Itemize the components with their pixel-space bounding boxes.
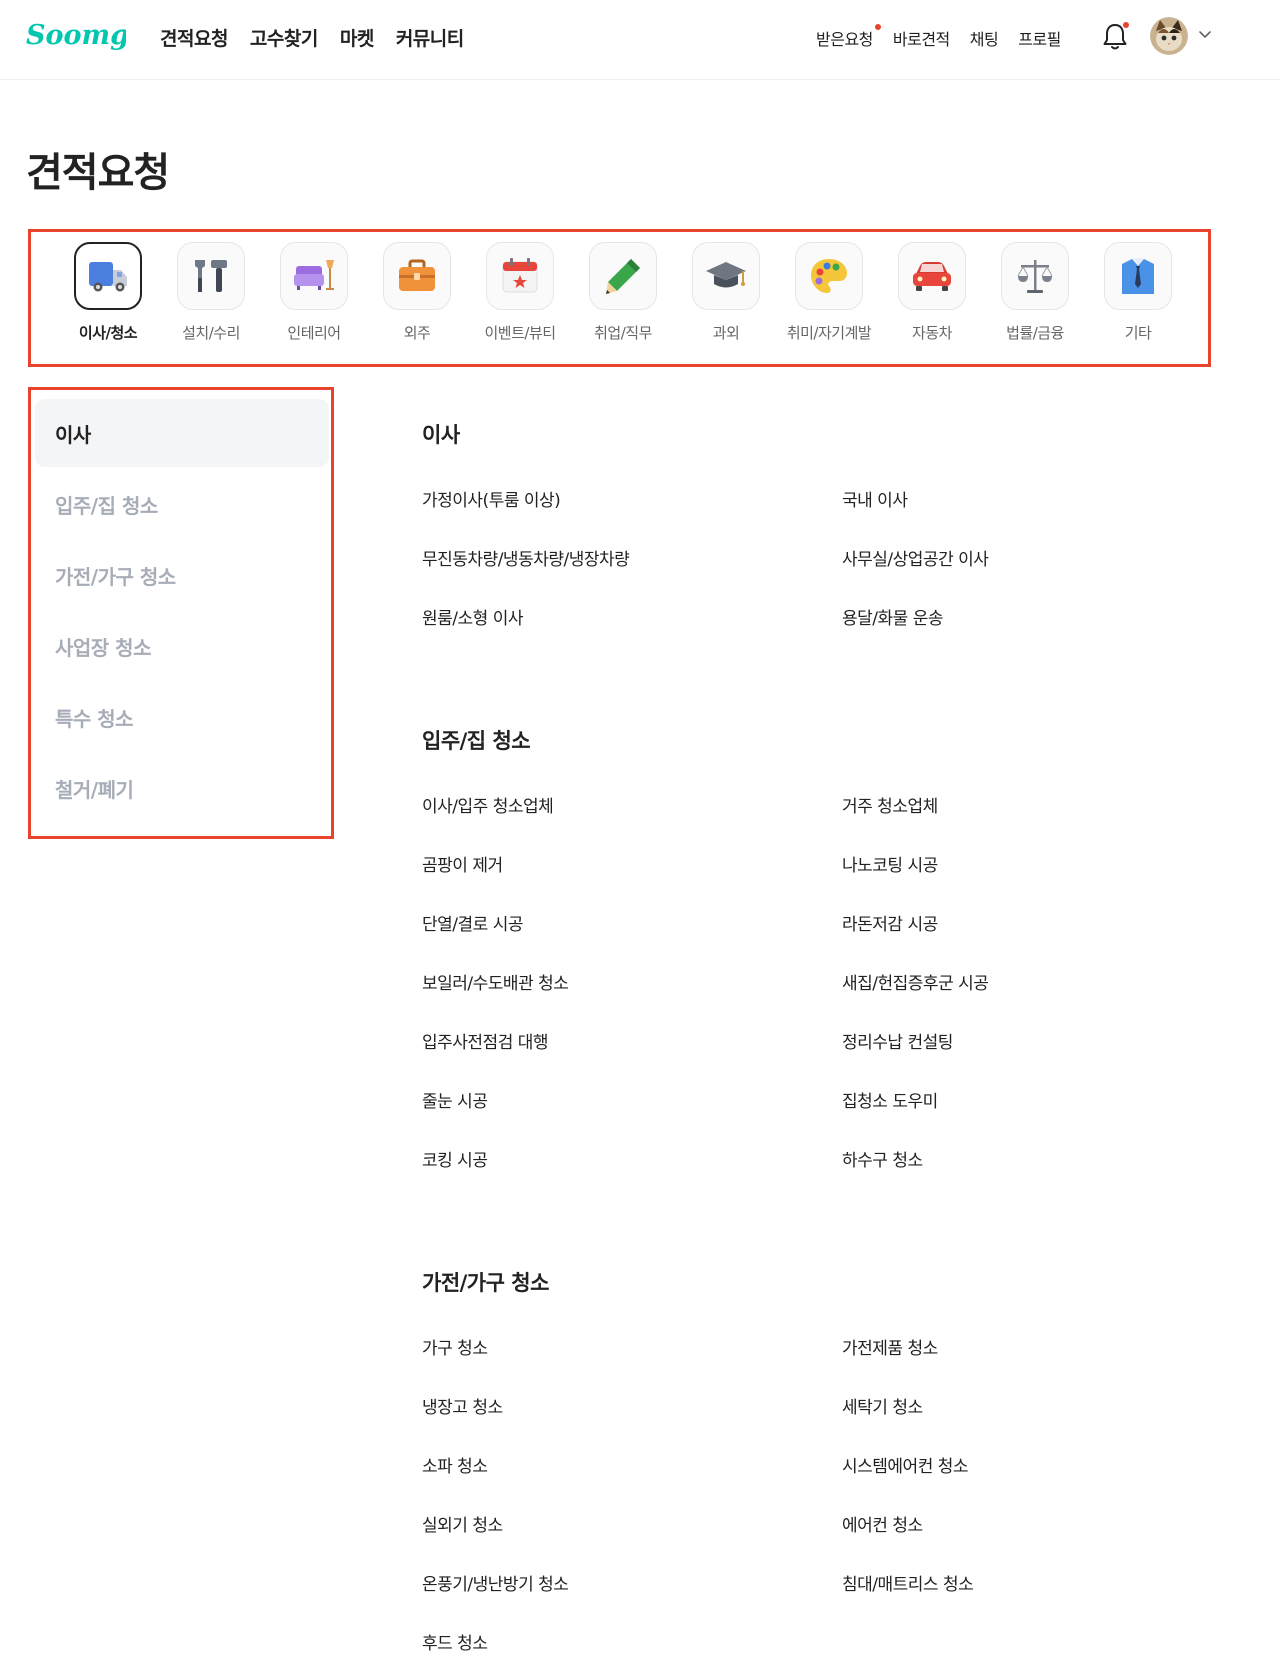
category-label: 과외 bbox=[712, 324, 740, 342]
sidebar-item-home-cleaning[interactable]: 입주/집 청소 bbox=[35, 470, 329, 538]
graduation-cap-icon bbox=[692, 242, 760, 310]
category-etc[interactable]: 기타 bbox=[1086, 242, 1190, 343]
service-link[interactable]: 줄눈 시공 bbox=[422, 1087, 488, 1112]
top-header: Soomgo 견적요청 고수찾기 마켓 커뮤니티 받은요청 바로견적 채팅 프로… bbox=[0, 0, 1280, 80]
avatar[interactable] bbox=[1150, 17, 1188, 55]
service-link[interactable]: 가전제품 청소 bbox=[842, 1334, 938, 1359]
sidebar-item-special-cleaning[interactable]: 특수 청소 bbox=[35, 683, 329, 751]
service-link[interactable]: 원룸/소형 이사 bbox=[422, 604, 523, 629]
category-label: 법률/금융 bbox=[1006, 324, 1064, 342]
quick-quote-link[interactable]: 바로견적 bbox=[893, 26, 950, 50]
subcategory-sidebar: 이사 입주/집 청소 가전/가구 청소 사업장 청소 특수 청소 철거/폐기 bbox=[28, 387, 334, 839]
service-link[interactable]: 실외기 청소 bbox=[422, 1511, 503, 1536]
service-link[interactable]: 시스템에어컨 청소 bbox=[842, 1452, 969, 1477]
service-link[interactable]: 나노코팅 시공 bbox=[842, 851, 938, 876]
service-link[interactable]: 정리수납 컨설팅 bbox=[842, 1028, 953, 1053]
service-link[interactable]: 코킹 시공 bbox=[422, 1146, 488, 1171]
section-title-moving: 이사 bbox=[422, 423, 460, 447]
category-tutoring[interactable]: 과외 bbox=[674, 242, 778, 343]
category-label: 취미/자기계발 bbox=[786, 324, 872, 342]
category-label: 설치/수리 bbox=[182, 324, 240, 342]
service-link[interactable]: 용달/화물 운송 bbox=[842, 604, 943, 629]
truck-icon bbox=[74, 242, 142, 310]
pencil-icon bbox=[589, 242, 657, 310]
category-label: 외주 bbox=[403, 324, 431, 342]
sidebar-item-business-cleaning[interactable]: 사업장 청소 bbox=[35, 612, 329, 680]
category-label: 이사/청소 bbox=[78, 324, 138, 342]
briefcase-icon bbox=[383, 242, 451, 310]
nav-find-pros[interactable]: 고수찾기 bbox=[250, 24, 318, 51]
notification-button[interactable] bbox=[1101, 21, 1129, 51]
category-label: 취업/직무 bbox=[594, 324, 652, 342]
service-link[interactable]: 가구 청소 bbox=[422, 1334, 488, 1359]
service-link[interactable]: 세탁기 청소 bbox=[842, 1393, 923, 1418]
svg-text:Soomgo: Soomgo bbox=[26, 20, 126, 51]
palette-icon bbox=[795, 242, 863, 310]
nav-market[interactable]: 마켓 bbox=[340, 24, 374, 51]
category-law-finance[interactable]: 법률/금융 bbox=[983, 242, 1087, 343]
service-link[interactable]: 후드 청소 bbox=[422, 1629, 488, 1654]
service-link[interactable]: 에어컨 청소 bbox=[842, 1511, 923, 1536]
sidebar-item-demolition[interactable]: 철거/폐기 bbox=[35, 754, 329, 822]
notification-dot bbox=[1123, 22, 1129, 28]
section-title-appliance-cleaning: 가전/가구 청소 bbox=[422, 1271, 549, 1295]
shirt-tie-icon bbox=[1104, 242, 1172, 310]
category-job[interactable]: 취업/직무 bbox=[571, 242, 675, 343]
service-link[interactable]: 곰팡이 제거 bbox=[422, 851, 503, 876]
service-link[interactable]: 냉장고 청소 bbox=[422, 1393, 503, 1418]
car-icon bbox=[898, 242, 966, 310]
service-link[interactable]: 국내 이사 bbox=[842, 486, 908, 511]
service-link[interactable]: 입주사전점검 대행 bbox=[422, 1028, 549, 1053]
category-outsourcing[interactable]: 외주 bbox=[365, 242, 469, 343]
category-hobby[interactable]: 취미/자기계발 bbox=[777, 242, 881, 343]
chat-link[interactable]: 채팅 bbox=[970, 26, 999, 50]
service-link[interactable]: 침대/매트리스 청소 bbox=[842, 1570, 974, 1595]
sidebar-item-appliance-cleaning[interactable]: 가전/가구 청소 bbox=[35, 541, 329, 609]
category-moving-cleaning[interactable]: 이사/청소 bbox=[56, 242, 160, 343]
utility-nav: 받은요청 바로견적 채팅 프로필 bbox=[816, 24, 1061, 50]
category-install-repair[interactable]: 설치/수리 bbox=[159, 242, 263, 343]
service-link[interactable]: 소파 청소 bbox=[422, 1452, 488, 1477]
category-event-beauty[interactable]: 이벤트/뷰티 bbox=[468, 242, 572, 343]
service-link[interactable]: 이사/입주 청소업체 bbox=[422, 792, 554, 817]
page-title: 견적요청 bbox=[26, 150, 170, 196]
service-link[interactable]: 라돈저감 시공 bbox=[842, 910, 938, 935]
service-link[interactable]: 집청소 도우미 bbox=[842, 1087, 938, 1112]
service-link[interactable]: 온풍기/냉난방기 청소 bbox=[422, 1570, 569, 1595]
service-link[interactable]: 단열/결로 시공 bbox=[422, 910, 523, 935]
service-link[interactable]: 무진동차량/냉동차량/냉장차량 bbox=[422, 545, 630, 570]
category-label: 인테리어 bbox=[287, 324, 341, 342]
section-title-home-cleaning: 입주/집 청소 bbox=[422, 729, 531, 753]
sidebar-item-moving[interactable]: 이사 bbox=[35, 399, 329, 467]
received-requests-link[interactable]: 받은요청 bbox=[816, 24, 881, 50]
sofa-lamp-icon bbox=[280, 242, 348, 310]
nav-quote-request[interactable]: 견적요청 bbox=[160, 24, 228, 51]
service-link[interactable]: 가정이사(투룸 이상) bbox=[422, 486, 561, 511]
category-interior[interactable]: 인테리어 bbox=[262, 242, 366, 343]
service-link[interactable]: 보일러/수도배관 청소 bbox=[422, 969, 569, 994]
service-link[interactable]: 새집/헌집증후군 시공 bbox=[842, 969, 989, 994]
notification-dot bbox=[874, 24, 881, 30]
category-label: 자동차 bbox=[912, 324, 952, 342]
nav-community[interactable]: 커뮤니티 bbox=[396, 24, 464, 51]
profile-link[interactable]: 프로필 bbox=[1018, 26, 1061, 50]
category-bar: 이사/청소 설치/수리 인테리어 외주 이벤트/뷰티 취업/직무 과외 취미/자… bbox=[28, 229, 1211, 367]
category-car[interactable]: 자동차 bbox=[880, 242, 984, 343]
service-link[interactable]: 하수구 청소 bbox=[842, 1146, 923, 1171]
scales-icon bbox=[1001, 242, 1069, 310]
tools-icon bbox=[177, 242, 245, 310]
category-label: 이벤트/뷰티 bbox=[484, 324, 556, 342]
category-label: 기타 bbox=[1124, 324, 1152, 342]
calendar-star-icon bbox=[486, 242, 554, 310]
main-nav: 견적요청 고수찾기 마켓 커뮤니티 bbox=[160, 24, 464, 51]
soomgo-logo[interactable]: Soomgo bbox=[26, 14, 126, 54]
cat-avatar-icon bbox=[1150, 17, 1188, 55]
service-link[interactable]: 거주 청소업체 bbox=[842, 792, 938, 817]
received-requests-label: 받은요청 bbox=[816, 30, 873, 49]
service-link[interactable]: 사무실/상업공간 이사 bbox=[842, 545, 989, 570]
chevron-down-icon[interactable] bbox=[1197, 26, 1213, 42]
